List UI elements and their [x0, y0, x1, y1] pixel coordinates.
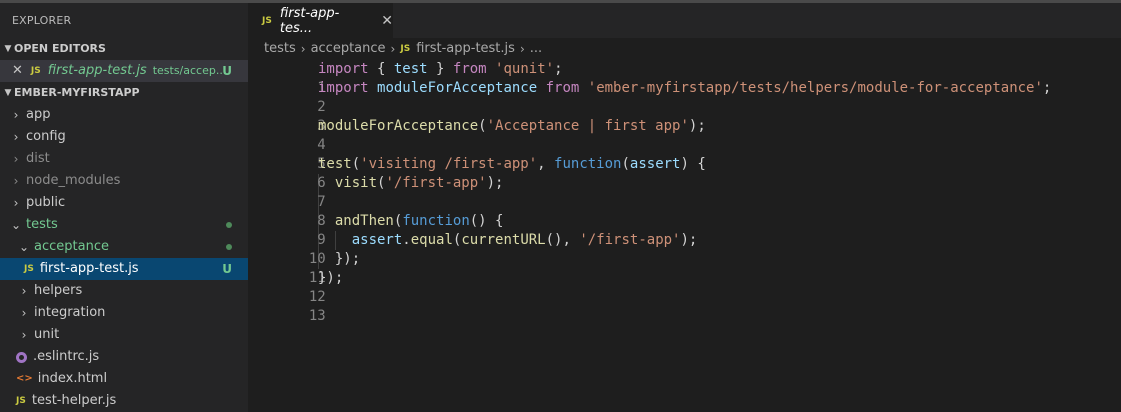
folder-label: tests	[26, 217, 58, 232]
breadcrumb-item[interactable]: acceptance	[311, 38, 386, 60]
folder-label: app	[26, 107, 51, 122]
html-file-icon: <>	[16, 373, 33, 384]
folder-app[interactable]: › app	[0, 104, 248, 126]
chevron-down-icon: ⌄	[10, 218, 22, 232]
close-icon[interactable]: ✕	[12, 60, 23, 82]
folder-label: node_modules	[26, 173, 121, 188]
code-text: test('visiting /first-app', function(ass…	[318, 156, 706, 172]
folder-public[interactable]: › public	[0, 192, 248, 214]
code-line: 5	[248, 136, 1121, 172]
chevron-down-icon: ▼	[4, 88, 12, 98]
folder-acceptance[interactable]: ⌄ acceptance	[0, 236, 248, 258]
untracked-badge: U	[222, 262, 232, 276]
code-text: assert.equal(currentURL(), '/first-app')…	[351, 232, 698, 248]
file-index-html[interactable]: <> index.html	[0, 368, 248, 390]
breadcrumb-item[interactable]: tests	[264, 38, 296, 60]
file-label: index.html	[37, 371, 108, 386]
project-label: EMBER-MYFIRSTAPP	[14, 86, 140, 99]
chevron-right-icon: ›	[13, 108, 19, 122]
modified-dot	[226, 244, 232, 250]
untracked-badge: U	[222, 64, 232, 78]
code-line: 6 test('visiting /first-app', function(a…	[248, 155, 1121, 191]
code-text: });	[318, 270, 344, 286]
file-label: test-helper.js	[31, 393, 117, 408]
folder-label: config	[26, 129, 66, 144]
chevron-right-icon: ›	[390, 42, 396, 56]
open-editor-path: tests/accep...	[152, 64, 227, 77]
code-text: moduleForAcceptance('Acceptance | first …	[318, 118, 706, 134]
breadcrumb-item[interactable]: ...	[530, 38, 542, 60]
code-line: 9 andThen(function() {	[248, 212, 1121, 248]
open-editor-filename: first-app-test.js	[47, 63, 147, 78]
folder-config[interactable]: › config	[0, 126, 248, 148]
close-icon[interactable]: ✕	[381, 13, 393, 29]
code-text: import { test } from 'qunit';	[318, 61, 563, 77]
folder-label: acceptance	[34, 239, 109, 254]
code-text: });	[318, 251, 361, 267]
line-number: 13	[308, 308, 326, 324]
file-test-helper[interactable]: JS test-helper.js	[0, 390, 248, 412]
folder-dist[interactable]: › dist	[0, 148, 248, 170]
folder-tests[interactable]: ⌄ tests	[0, 214, 248, 236]
folder-node-modules[interactable]: › node_modules	[0, 170, 248, 192]
explorer-sidebar: EXPLORER ▼ OPEN EDITORS ✕ JS first-app-t…	[0, 3, 248, 412]
tab-first-app-test[interactable]: JS first-app-tes... ✕	[248, 3, 393, 38]
chevron-right-icon: ›	[13, 174, 19, 188]
code-line: 13	[248, 288, 1121, 324]
code-text: visit('/first-app');	[334, 175, 504, 191]
modified-dot	[226, 222, 232, 228]
folder-label: dist	[26, 151, 50, 166]
breadcrumb-item[interactable]: first-app-test.js	[416, 38, 515, 60]
open-editors-label: OPEN EDITORS	[14, 42, 106, 55]
explorer-title: EXPLORER	[12, 14, 72, 27]
chevron-down-icon: ⌄	[18, 240, 30, 254]
chevron-right-icon: ›	[21, 328, 27, 342]
code-text: andThen(function() {	[334, 213, 504, 229]
code-line: 12 });	[248, 269, 1121, 305]
code-editor[interactable]: 1 import { test } from 'qunit'; 2 import…	[248, 60, 1121, 324]
chevron-down-icon: ▼	[4, 44, 12, 54]
file-eslintrc[interactable]: .eslintrc.js	[0, 346, 248, 368]
chevron-right-icon: ›	[13, 196, 19, 210]
code-text: import moduleForAcceptance from 'ember-m…	[318, 80, 1052, 96]
project-header[interactable]: ▼ EMBER-MYFIRSTAPP	[0, 82, 248, 104]
chevron-right-icon: ›	[13, 152, 19, 166]
folder-label: helpers	[34, 283, 83, 298]
code-line: 10 assert.equal(currentURL(), '/first-ap…	[248, 231, 1121, 267]
breadcrumb: tests › acceptance › JS first-app-test.j…	[264, 38, 542, 60]
file-first-app-test[interactable]: JS first-app-test.js U	[0, 258, 248, 280]
js-file-icon: JS	[400, 44, 411, 54]
js-file-icon: JS	[16, 396, 26, 406]
chevron-right-icon: ›	[21, 284, 27, 298]
folder-label: public	[26, 195, 66, 210]
js-file-icon: JS	[262, 15, 272, 26]
code-line: 3	[248, 98, 1121, 134]
code-line: 1 import { test } from 'qunit';	[248, 60, 1121, 96]
chevron-right-icon: ›	[13, 130, 19, 144]
folder-unit[interactable]: › unit	[0, 324, 248, 346]
folder-integration[interactable]: › integration	[0, 302, 248, 324]
chevron-right-icon: ›	[519, 42, 525, 56]
open-editor-item[interactable]: ✕ JS first-app-test.js tests/accep... U	[0, 60, 248, 82]
code-line: 4 moduleForAcceptance('Acceptance | firs…	[248, 117, 1121, 153]
tab-label: first-app-tes...	[279, 5, 340, 36]
file-label: .eslintrc.js	[33, 349, 100, 364]
js-file-icon: JS	[30, 66, 41, 76]
editor-tab-bar: JS first-app-tes... ✕	[248, 3, 1121, 38]
js-file-icon: JS	[24, 264, 34, 274]
eslint-icon	[16, 351, 27, 363]
folder-label: integration	[34, 305, 106, 320]
folder-helpers[interactable]: › helpers	[0, 280, 248, 302]
file-label: first-app-test.js	[39, 261, 139, 276]
code-line: 11 });	[248, 250, 1121, 286]
chevron-right-icon: ›	[300, 42, 306, 56]
folder-label: unit	[34, 327, 60, 342]
code-line: 2 import moduleForAcceptance from 'ember…	[248, 79, 1121, 115]
code-line: 7 visit('/first-app');	[248, 174, 1121, 210]
open-editors-header[interactable]: ▼ OPEN EDITORS	[0, 38, 248, 60]
chevron-right-icon: ›	[21, 306, 27, 320]
code-line: 8	[248, 193, 1121, 229]
